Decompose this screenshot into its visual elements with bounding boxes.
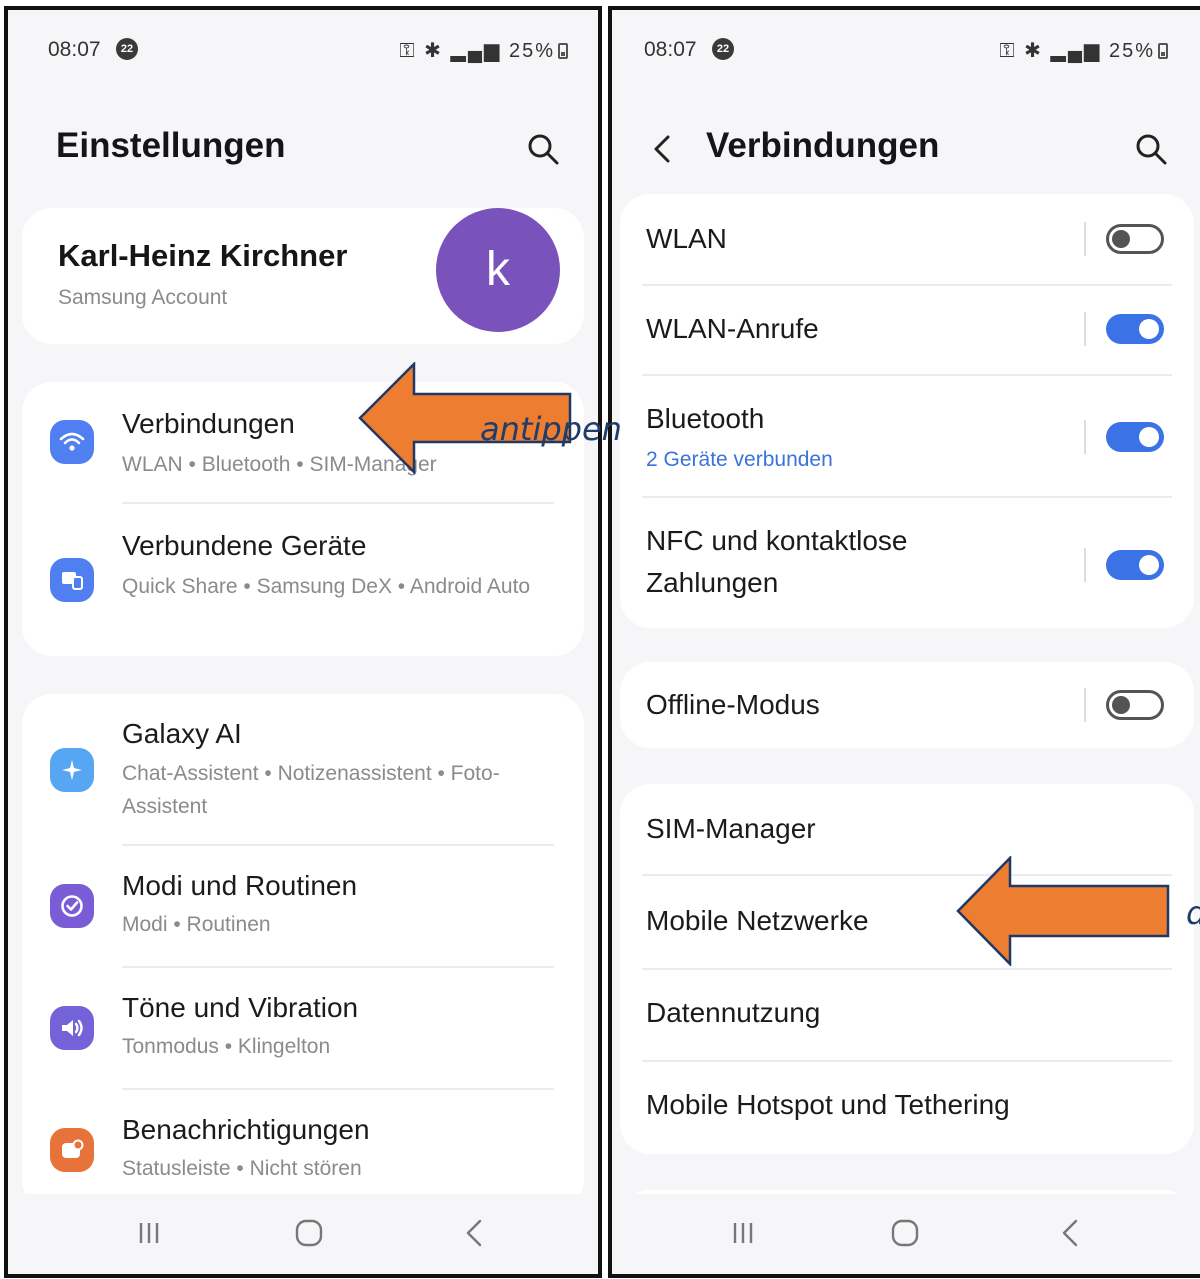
bluetooth-status: 2 Geräte verbunden	[646, 448, 833, 471]
item-title: Benachrichtigungen	[122, 1114, 370, 1145]
row-title: WLAN-Anrufe	[646, 313, 819, 344]
home-icon[interactable]	[292, 1216, 326, 1250]
row-title: Datennutzung	[646, 997, 821, 1028]
battery-icon	[1158, 43, 1168, 59]
wlan-anrufe-row[interactable]: WLAN-Anrufe	[620, 286, 1194, 374]
status-bar: 08:07 22 ⚿ ✱ ▂▄▆ 25%	[48, 36, 568, 70]
status-icons: ⚿ ✱ ▂▄▆ 25%	[999, 38, 1168, 63]
back-nav-icon[interactable]	[458, 1216, 492, 1250]
page-title: Verbindungen	[706, 126, 940, 165]
recent-apps-icon[interactable]	[132, 1216, 166, 1250]
connections-screen: 08:07 22 ⚿ ✱ ▂▄▆ 25% Verbindungen WLAN W…	[608, 6, 1200, 1278]
status-icons: ⚿ ✱ ▂▄▆ 25%	[399, 38, 568, 63]
offline-modus-toggle[interactable]	[1106, 690, 1164, 720]
separator	[1084, 222, 1086, 256]
back-nav-icon[interactable]	[1054, 1216, 1088, 1250]
separator	[1084, 688, 1086, 722]
speaker-icon	[50, 1006, 94, 1050]
battery-level: 25%	[508, 40, 555, 62]
search-icon[interactable]	[526, 132, 560, 166]
settings-item-galaxy-ai[interactable]: Galaxy AI Chat-Assistent • Notizenassist…	[22, 694, 584, 844]
item-subtitle: Quick Share • Samsung DeX • Android Auto	[122, 575, 531, 598]
settings-item-toene-vibration[interactable]: Töne und Vibration Tonmodus • Klingelton	[22, 968, 584, 1088]
arrow-left-icon	[956, 856, 1170, 966]
bluetooth-icon: ✱	[1024, 40, 1043, 62]
account-card[interactable]: Karl-Heinz Kirchner Samsung Account k	[22, 208, 584, 344]
navigation-bar	[612, 1194, 1200, 1274]
item-subtitle: Modi • Routinen	[122, 913, 271, 936]
navigation-bar	[8, 1194, 598, 1274]
row-title: WLAN	[646, 223, 727, 254]
back-arrow-icon[interactable]	[648, 132, 678, 166]
notification-badge: 22	[116, 38, 138, 60]
separator	[1084, 548, 1086, 582]
page-header: Einstellungen	[56, 120, 568, 180]
nfc-toggle[interactable]	[1106, 550, 1164, 580]
settings-item-modi-routinen[interactable]: Modi und Routinen Modi • Routinen	[22, 846, 584, 966]
wlan-row[interactable]: WLAN	[620, 194, 1194, 284]
devices-icon	[50, 558, 94, 602]
notification-icon	[50, 1128, 94, 1172]
nfc-row[interactable]: NFC und kontaktlose Zahlungen	[620, 498, 1194, 628]
status-time: 08:07	[48, 38, 101, 61]
row-title: Offline-Modus	[646, 689, 820, 720]
settings-item-benachrichtigungen[interactable]: Benachrichtigungen Statusleiste • Nicht …	[22, 1090, 584, 1210]
bluetooth-icon: ✱	[424, 40, 443, 62]
item-title: Galaxy AI	[122, 718, 242, 749]
connections-group-3: SIM-Manager Mobile Netzwerke Datennutzun…	[620, 784, 1194, 1154]
signal-icon: ▂▄▆	[450, 40, 502, 62]
signal-icon: ▂▄▆	[1050, 40, 1102, 62]
annotation-antippen: antippen	[480, 410, 622, 448]
page-title: Einstellungen	[56, 126, 286, 165]
item-title: Modi und Routinen	[122, 870, 358, 901]
row-title: SIM-Manager	[646, 813, 816, 844]
status-bar: 08:07 22 ⚿ ✱ ▂▄▆ 25%	[644, 36, 1168, 70]
key-icon: ⚿	[999, 40, 1017, 62]
sparkle-icon	[50, 748, 94, 792]
settings-group-2: Galaxy AI Chat-Assistent • Notizenassist…	[22, 694, 584, 1210]
item-title: Verbundene Geräte	[122, 530, 367, 561]
connections-group-1: WLAN WLAN-Anrufe Bluetooth 2 Geräte verb…	[620, 194, 1194, 628]
item-subtitle: Chat-Assistent • Notizenassistent • Foto…	[122, 762, 500, 818]
battery-level: 25%	[1108, 40, 1155, 62]
connections-group-2: Offline-Modus	[620, 662, 1194, 748]
mobile-hotspot-row[interactable]: Mobile Hotspot und Tethering	[620, 1062, 1194, 1154]
offline-modus-row[interactable]: Offline-Modus	[620, 662, 1194, 748]
key-icon: ⚿	[399, 40, 417, 62]
annotation-partial: d	[1186, 894, 1200, 932]
bluetooth-toggle[interactable]	[1106, 422, 1164, 452]
row-title: Mobile Netzwerke	[646, 905, 869, 936]
wlan-toggle[interactable]	[1106, 224, 1164, 254]
account-subtitle: Samsung Account	[58, 286, 228, 309]
wifi-icon	[50, 420, 94, 464]
separator	[1084, 420, 1086, 454]
recent-apps-icon[interactable]	[726, 1216, 760, 1250]
datennutzung-row[interactable]: Datennutzung	[620, 970, 1194, 1060]
check-circle-icon	[50, 884, 94, 928]
status-time: 08:07	[644, 38, 697, 61]
item-title: Verbindungen	[122, 408, 295, 439]
wlan-anrufe-toggle[interactable]	[1106, 314, 1164, 344]
avatar[interactable]: k	[436, 208, 560, 332]
separator	[1084, 312, 1086, 346]
bluetooth-row[interactable]: Bluetooth 2 Geräte verbunden	[620, 376, 1194, 496]
settings-screen: 08:07 22 ⚿ ✱ ▂▄▆ 25% Einstellungen Karl-…	[4, 6, 602, 1278]
item-subtitle: Tonmodus • Klingelton	[122, 1035, 331, 1058]
notification-badge: 22	[712, 38, 734, 60]
row-title: NFC und kontaktlose Zahlungen	[646, 525, 908, 598]
item-subtitle: Statusleiste • Nicht stören	[122, 1157, 362, 1180]
settings-item-verbundene-geraete[interactable]: Verbundene Geräte Quick Share • Samsung …	[22, 504, 584, 654]
battery-icon	[558, 43, 568, 59]
item-title: Töne und Vibration	[122, 992, 359, 1023]
search-icon[interactable]	[1134, 132, 1168, 166]
home-icon[interactable]	[888, 1216, 922, 1250]
row-title: Mobile Hotspot und Tethering	[646, 1089, 1010, 1120]
row-title: Bluetooth	[646, 403, 765, 434]
page-header: Verbindungen	[654, 120, 1176, 180]
account-name: Karl-Heinz Kirchner	[58, 238, 348, 273]
